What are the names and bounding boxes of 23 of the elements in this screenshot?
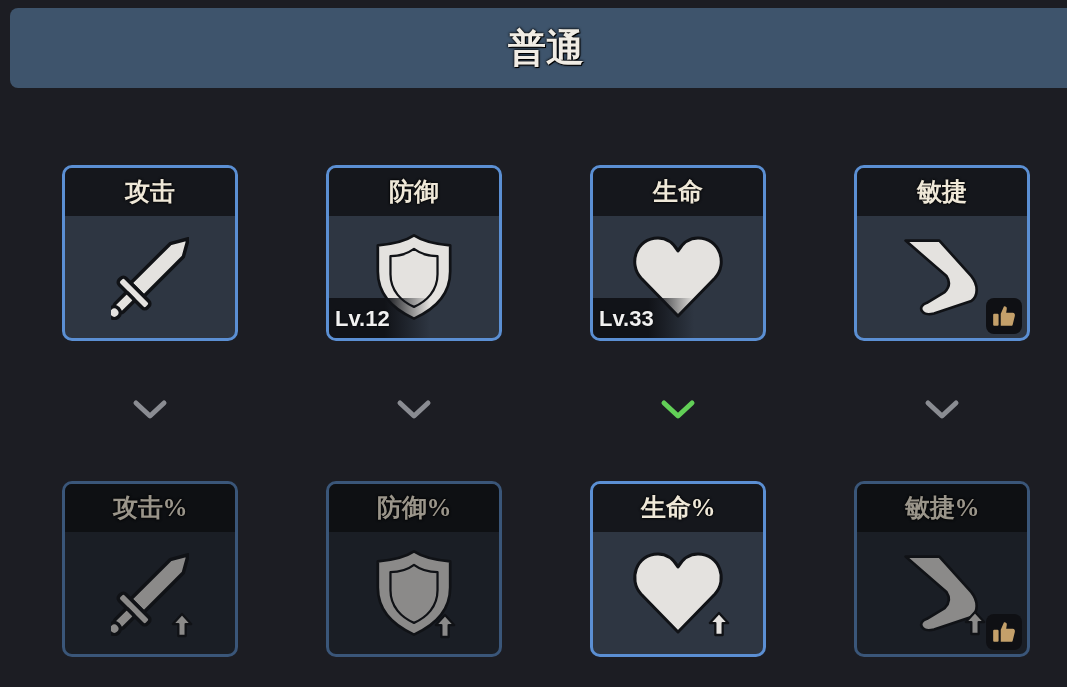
skill-card[interactable]: 生命 Lv.33 bbox=[590, 165, 766, 341]
shield-icon bbox=[376, 549, 452, 637]
skill-card[interactable]: 防御 Lv.12 bbox=[326, 165, 502, 341]
card-title: 敏捷% bbox=[857, 484, 1027, 532]
skill-card[interactable]: 生命% bbox=[590, 481, 766, 657]
card-title: 攻击 bbox=[65, 168, 235, 216]
skill-card[interactable]: 敏捷 bbox=[854, 165, 1030, 341]
level-label: Lv.12 bbox=[329, 298, 430, 338]
card-title: 敏捷 bbox=[857, 168, 1027, 216]
skill-card[interactable]: 防御% bbox=[326, 481, 502, 657]
sword-icon bbox=[111, 234, 189, 320]
skill-card[interactable]: 敏捷% bbox=[854, 481, 1030, 657]
sword-icon bbox=[111, 550, 189, 636]
card-title: 防御% bbox=[329, 484, 499, 532]
level-label: Lv.33 bbox=[593, 298, 694, 338]
section-title: 普通 bbox=[506, 25, 584, 71]
skill-card[interactable]: 攻击% bbox=[62, 481, 238, 657]
card-title: 生命 bbox=[593, 168, 763, 216]
skill-card[interactable]: 攻击 bbox=[62, 165, 238, 341]
heart-icon bbox=[630, 551, 726, 635]
card-title: 攻击% bbox=[65, 484, 235, 532]
card-title: 生命% bbox=[593, 484, 763, 532]
card-title: 防御 bbox=[329, 168, 499, 216]
